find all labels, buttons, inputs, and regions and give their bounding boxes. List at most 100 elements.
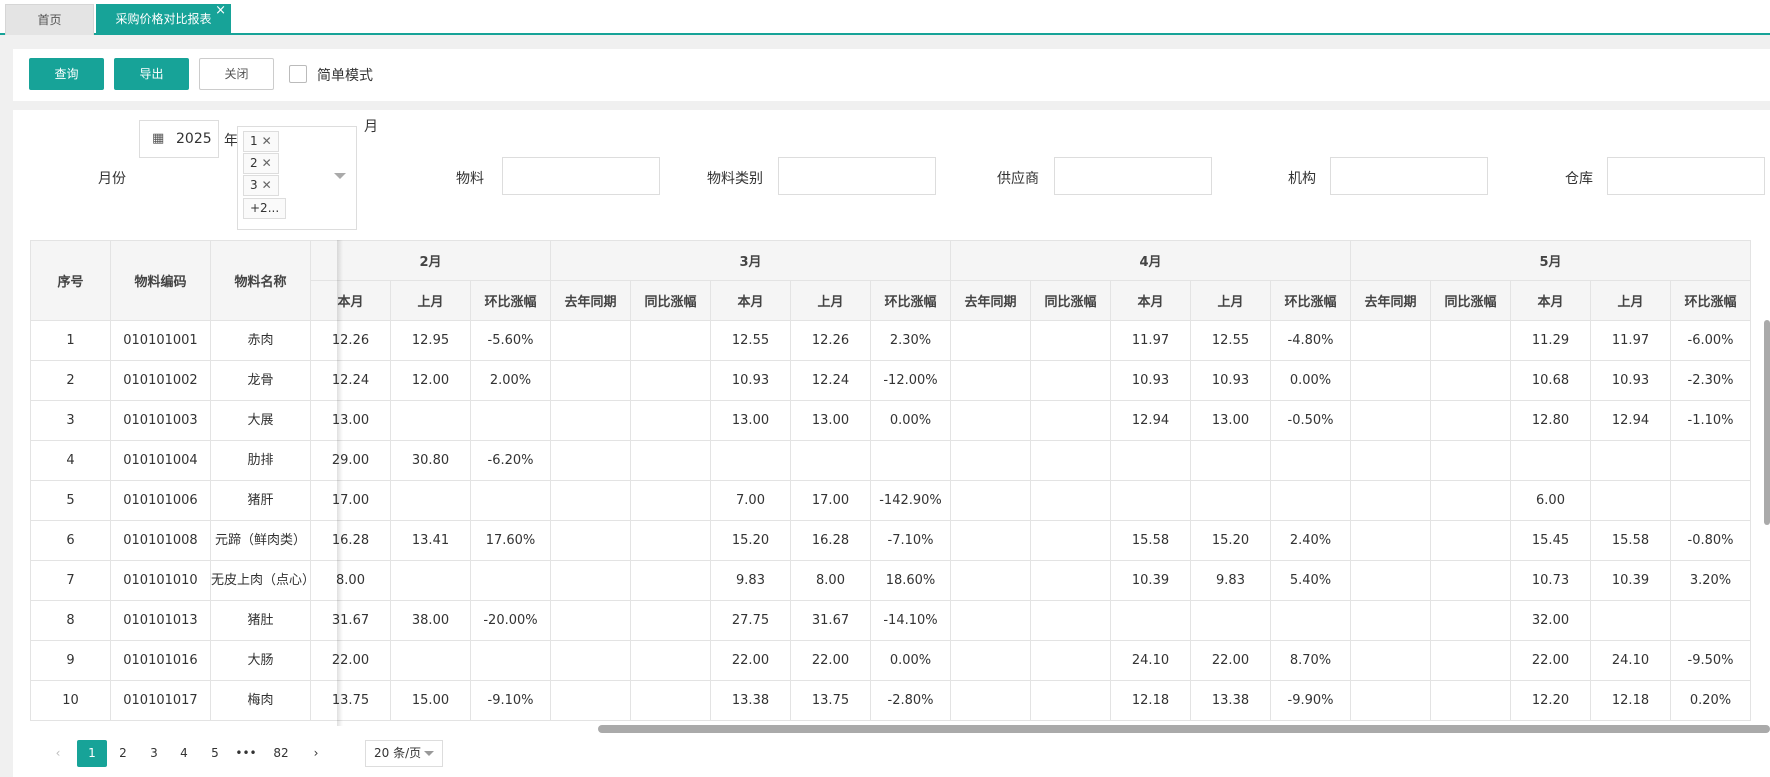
- month-tag[interactable]: 1 ✕: [243, 131, 279, 152]
- chevron-down-icon[interactable]: [334, 173, 346, 179]
- table-cell: [630, 320, 711, 361]
- category-input[interactable]: [778, 157, 936, 195]
- page-ellipsis[interactable]: •••: [231, 740, 261, 767]
- table-cell: -9.10%: [470, 680, 551, 721]
- table-cell: [950, 360, 1031, 401]
- export-button[interactable]: 导出: [114, 58, 189, 90]
- table-cell: 龙骨: [210, 360, 311, 401]
- sub-column-header: 本月: [310, 280, 391, 321]
- table-cell: 0.00%: [870, 640, 951, 681]
- table-row[interactable]: 1 010101001 赤肉 12.26 12.95 -5.60% 12.55 12.26 2.…: [30, 320, 1751, 361]
- vertical-scrollbar[interactable]: [1764, 320, 1770, 525]
- table-cell: [630, 640, 711, 681]
- table-cell: 8.70%: [1270, 640, 1351, 681]
- org-input[interactable]: [1330, 157, 1488, 195]
- month-group-header: 4月: [950, 240, 1351, 281]
- table-cell: [1350, 680, 1431, 721]
- table-cell: 9: [30, 640, 111, 681]
- table-row[interactable]: 8 010101013 猪肚 31.67 38.00 -20.00% 27.75 31.67-…: [30, 600, 1751, 641]
- query-button[interactable]: 查询: [29, 58, 104, 90]
- warehouse-label: 仓库: [1565, 171, 1593, 187]
- table-row[interactable]: 7 010101010 无皮上肉（点心） 8.00 9.83 8.00 18.60% 10.3…: [30, 560, 1751, 601]
- month-more-tag[interactable]: +2...: [243, 198, 287, 219]
- table-cell: [1430, 400, 1511, 441]
- month-group-header: 5月: [1350, 240, 1751, 281]
- table-cell: 猪肝: [210, 480, 311, 521]
- table-cell: [1350, 480, 1431, 521]
- table-cell: [470, 400, 551, 441]
- tab-purchase-price-report[interactable]: 采购价格对比报表 ×: [96, 3, 231, 35]
- page-1[interactable]: 1: [77, 740, 107, 767]
- table-cell: [1670, 600, 1751, 641]
- table-cell: 猪肚: [210, 600, 311, 641]
- table-row[interactable]: 10 010101017 梅肉 13.75 15.00 -9.10% 13.38 13.75-…: [30, 680, 1751, 721]
- prev-page-button[interactable]: ‹: [43, 740, 73, 767]
- table-cell: [1190, 480, 1271, 521]
- sub-column-header: 本月: [1510, 280, 1591, 321]
- tab-home[interactable]: 首页: [5, 4, 94, 35]
- table-row[interactable]: 2 010101002 龙骨 12.24 12.00 2.00% 10.93 12.24 -12…: [30, 360, 1751, 401]
- table-cell: [1030, 560, 1111, 601]
- table-cell: [1430, 360, 1511, 401]
- sub-column-header: 环比涨幅: [1270, 280, 1351, 321]
- page-82[interactable]: 82: [266, 740, 296, 767]
- month-multiselect[interactable]: 1 ✕ 2 ✕ 3 ✕ +2...: [237, 126, 357, 230]
- table-cell: -6.00%: [1670, 320, 1751, 361]
- month-tag[interactable]: 3 ✕: [243, 175, 279, 196]
- table-cell: [1350, 400, 1431, 441]
- month-tag[interactable]: 2 ✕: [243, 153, 279, 174]
- remove-tag-icon[interactable]: ✕: [262, 178, 272, 192]
- material-input[interactable]: [502, 157, 660, 195]
- table-cell: [950, 680, 1031, 721]
- table-cell: 1: [30, 320, 111, 361]
- page-5[interactable]: 5: [200, 740, 230, 767]
- page-4[interactable]: 4: [169, 740, 199, 767]
- table-cell: [550, 400, 631, 441]
- month-tag-label: 3: [250, 178, 258, 192]
- close-button[interactable]: 关闭: [199, 58, 274, 90]
- table-cell: [1110, 600, 1191, 641]
- page-3[interactable]: 3: [139, 740, 169, 767]
- table-cell: -20.00%: [470, 600, 551, 641]
- page-size-select[interactable]: 20 条/页: [365, 740, 443, 767]
- table-row[interactable]: 4 010101004 肋排 29.00 30.80 -6.20%: [30, 440, 1751, 481]
- table-cell: 15.58: [1110, 520, 1191, 561]
- month-group-header: 3月: [550, 240, 951, 281]
- remove-tag-icon[interactable]: ✕: [262, 134, 272, 148]
- table-cell: 12.80: [1510, 400, 1591, 441]
- sub-column-header: 本月: [1110, 280, 1191, 321]
- table-cell: -2.80%: [870, 680, 951, 721]
- sub-column-header: 环比涨幅: [470, 280, 551, 321]
- table-cell: [1430, 680, 1511, 721]
- table-cell: 10: [30, 680, 111, 721]
- table-cell: -12.00%: [870, 360, 951, 401]
- table-cell: 大展: [210, 400, 311, 441]
- table-cell: [870, 440, 951, 481]
- table-cell: -6.20%: [470, 440, 551, 481]
- horizontal-scrollbar[interactable]: [598, 725, 1770, 733]
- table-row[interactable]: 3 010101003 大展 13.00 13.00 13.00 0.00% 12.94 13.…: [30, 400, 1751, 441]
- table-cell: [1030, 480, 1111, 521]
- warehouse-input[interactable]: [1607, 157, 1765, 195]
- table-row[interactable]: 6 010101008 元蹄（鲜肉类） 16.28 13.41 17.60% 15.20 16…: [30, 520, 1751, 561]
- table-cell: 10.68: [1510, 360, 1591, 401]
- table-row[interactable]: 5 010101006 猪肝 17.00 7.00 17.00 -142.90% 6.00: [30, 480, 1751, 521]
- table-cell: [1030, 440, 1111, 481]
- table-cell: [1030, 640, 1111, 681]
- year-suffix: 年: [224, 133, 238, 149]
- table-cell: 6: [30, 520, 111, 561]
- remove-tag-icon[interactable]: ✕: [262, 156, 272, 170]
- page-2[interactable]: 2: [108, 740, 138, 767]
- supplier-input[interactable]: [1054, 157, 1212, 195]
- next-page-button[interactable]: ›: [301, 740, 331, 767]
- table-row[interactable]: 9 010101016 大肠 22.00 22.00 22.00 0.00% 24.10 22.…: [30, 640, 1751, 681]
- month-tag-label: 1: [250, 134, 258, 148]
- table-cell: 2.00%: [470, 360, 551, 401]
- table-cell: 5.40%: [1270, 560, 1351, 601]
- table-cell: -7.10%: [870, 520, 951, 561]
- close-icon[interactable]: ×: [215, 0, 226, 26]
- simple-mode-checkbox[interactable]: [289, 65, 307, 83]
- year-picker[interactable]: ▦ 2025: [139, 120, 219, 158]
- table-cell: [1350, 560, 1431, 601]
- table-cell: [1350, 520, 1431, 561]
